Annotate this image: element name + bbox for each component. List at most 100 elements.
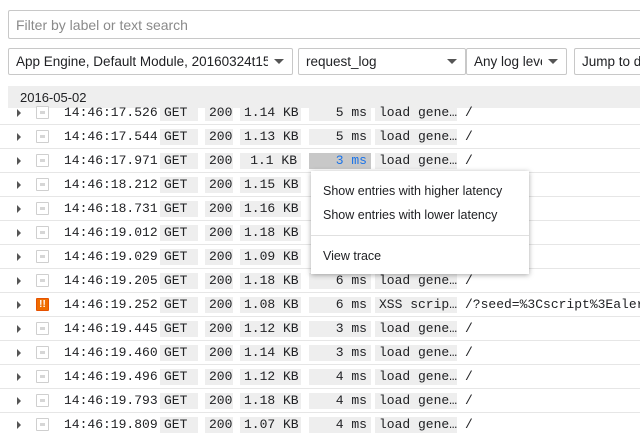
timestamp: 14:46:17.526 [64,105,158,120]
request-path: / [465,417,473,432]
log-row[interactable]: 14:46:17.544 GET 200 1.13 KB 5 ms load gene… / [0,125,640,149]
response-size: 1.16 KB [240,201,301,217]
latency[interactable]: 6 ms [309,273,371,289]
request-path: / [465,129,473,144]
latency[interactable]: 6 ms [309,297,371,313]
expand-arrow-icon[interactable] [17,325,21,333]
expand-arrow-icon[interactable] [17,301,21,309]
response-size: 1.12 KB [240,369,301,385]
request-path: / [465,273,473,288]
expand-arrow-icon[interactable] [17,373,21,381]
http-method: GET [160,369,198,385]
module-dropdown[interactable]: App Engine, Default Module, 20160324t150… [8,48,293,75]
response-size: 1.18 KB [240,225,301,241]
response-size: 1.08 KB [240,297,301,313]
expand-arrow-icon[interactable] [17,253,21,261]
http-method: GET [160,201,198,217]
toolbar: App Engine, Default Module, 20160324t150… [8,48,640,75]
user-agent: load gene… [375,153,457,169]
latency[interactable]: 4 ms [309,369,371,385]
log-level-dropdown[interactable]: Any log level [466,48,567,75]
log-row[interactable]: 14:46:19.496 GET 200 1.12 KB 4 ms load gene… / [0,365,640,389]
http-status: 200 [205,129,233,145]
log-row[interactable]: 14:46:17.526 GET 200 1.14 KB 5 ms load gene… / [0,101,640,125]
expand-arrow-icon[interactable] [17,397,21,405]
log-row[interactable]: 14:46:19.445 GET 200 1.12 KB 3 ms load gene… / [0,317,640,341]
expand-arrow-icon[interactable] [17,349,21,357]
timestamp: 14:46:19.029 [64,249,158,264]
latency[interactable]: 5 ms [309,129,371,145]
request-path: / [465,393,473,408]
menu-divider [311,235,529,236]
http-status: 200 [205,345,233,361]
request-path: / [465,321,473,336]
expand-arrow-icon[interactable] [17,109,21,117]
default-severity-icon [36,250,49,263]
log-row[interactable]: !! 14:46:19.252 GET 200 1.08 KB 6 ms XSS scrip… [0,293,640,317]
http-method: GET [160,273,198,289]
expand-arrow-icon[interactable] [17,421,21,429]
http-method: GET [160,345,198,361]
default-severity-icon [36,226,49,239]
log-row[interactable]: 14:46:17.971 GET 200 1.1 KB 3 ms load gene… / [0,149,640,173]
http-method: GET [160,297,198,313]
response-size: 1.13 KB [240,129,301,145]
response-size: 1.09 KB [240,249,301,265]
log-row[interactable]: 14:46:19.460 GET 200 1.14 KB 3 ms load gene… / [0,341,640,365]
http-status: 200 [205,225,233,241]
jump-to-date-button[interactable]: Jump to da [574,48,640,75]
http-status: 200 [205,417,233,433]
latency[interactable]: 4 ms [309,393,371,409]
http-method: GET [160,225,198,241]
log-row[interactable]: 14:46:19.809 GET 200 1.07 KB 4 ms load gene… / [0,413,640,436]
user-agent: load gene… [375,393,457,409]
http-status: 200 [205,369,233,385]
menu-item-higher-latency[interactable]: Show entries with higher latency [323,184,502,198]
response-size: 1.07 KB [240,417,301,433]
http-method: GET [160,177,198,193]
timestamp: 14:46:19.496 [64,369,158,384]
http-method: GET [160,249,198,265]
expand-arrow-icon[interactable] [17,205,21,213]
response-size: 1.18 KB [240,393,301,409]
latency[interactable]: 3 ms [309,153,371,169]
default-severity-icon [36,130,49,143]
user-agent: XSS scrip… [375,297,457,313]
latency[interactable]: 4 ms [309,417,371,433]
chevron-down-icon [274,59,284,64]
timestamp: 14:46:17.971 [64,153,158,168]
expand-arrow-icon[interactable] [17,133,21,141]
request-path: / [465,345,473,360]
filter-box[interactable] [8,10,640,39]
jump-to-date-label: Jump to da [582,54,640,69]
default-severity-icon [36,346,49,359]
timestamp: 14:46:17.544 [64,129,158,144]
latency[interactable]: 3 ms [309,321,371,337]
default-severity-icon [36,274,49,287]
http-status: 200 [205,249,233,265]
expand-arrow-icon[interactable] [17,157,21,165]
default-severity-icon [36,106,49,119]
log-dropdown-label: request_log [306,54,377,69]
log-row[interactable]: 14:46:19.793 GET 200 1.18 KB 4 ms load gene… / [0,389,640,413]
http-status: 200 [205,273,233,289]
filter-input[interactable] [16,16,640,33]
request-path: / [465,369,473,384]
expand-arrow-icon[interactable] [17,229,21,237]
menu-item-lower-latency[interactable]: Show entries with lower latency [323,208,497,222]
module-dropdown-label: App Engine, Default Module, 20160324t150… [16,54,268,69]
user-agent: load gene… [375,417,457,433]
menu-item-view-trace[interactable]: View trace [323,249,381,263]
latency[interactable]: 3 ms [309,345,371,361]
user-agent: load gene… [375,129,457,145]
expand-arrow-icon[interactable] [17,277,21,285]
user-agent: load gene… [375,273,457,289]
latency[interactable]: 5 ms [309,105,371,121]
chevron-down-icon [548,59,558,64]
user-agent: load gene… [375,321,457,337]
expand-arrow-icon[interactable] [17,181,21,189]
http-method: GET [160,393,198,409]
timestamp: 14:46:19.445 [64,321,158,336]
log-dropdown[interactable]: request_log [298,48,466,75]
response-size: 1.14 KB [240,345,301,361]
